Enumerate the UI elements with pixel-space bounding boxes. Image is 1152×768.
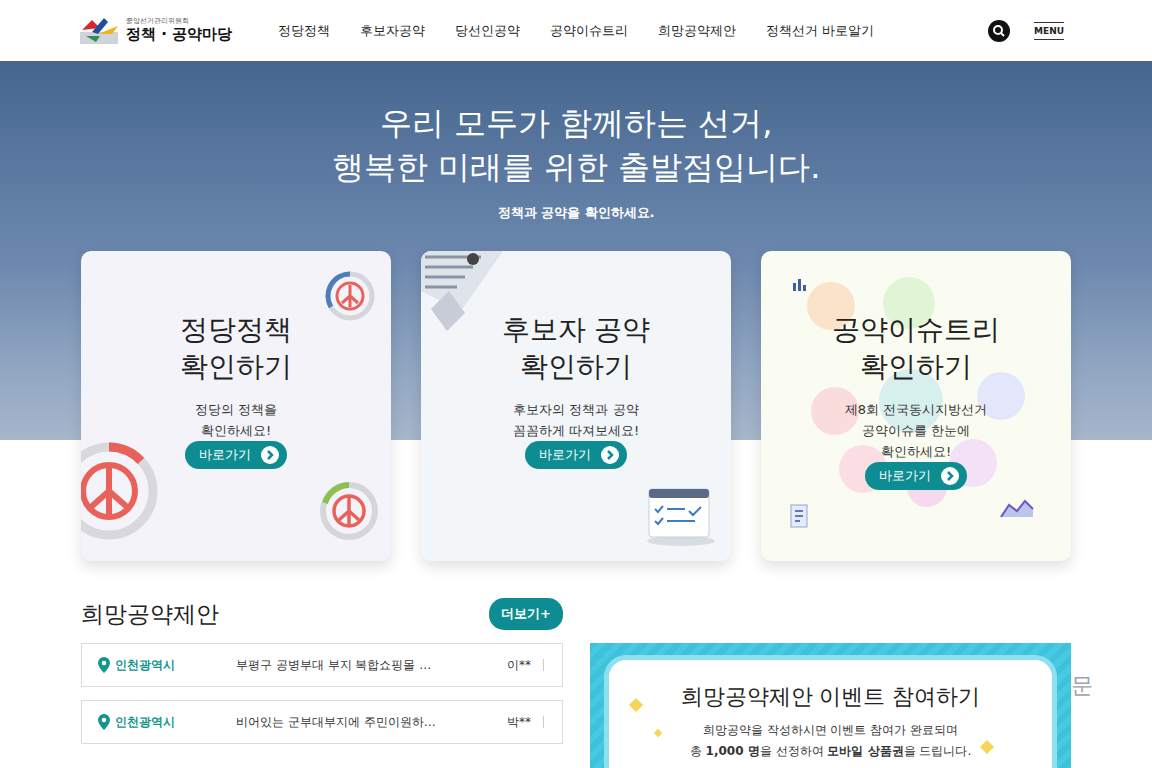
event-text-part: 총 <box>690 744 706 758</box>
card-title: 공약이슈트리확인하기 <box>832 311 1000 385</box>
card-body: 정당정책확인하기정당의 정책을확인하세요! 바로가기 <box>81 251 391 469</box>
line-chart-icon <box>999 497 1035 519</box>
sparkle-icon <box>654 729 662 737</box>
go-button-label: 바로가기 <box>879 467 931 485</box>
proposal-text: 부평구 공병부대 부지 복합쇼핑몰 … <box>236 657 507 674</box>
proposal-text: 비어있는 군부대부지에 주민이원하… <box>236 714 507 731</box>
proposal-header: 희망공약제안 더보기+ <box>81 599 563 629</box>
proposal-region: 인천광역시 <box>98 657 236 674</box>
site-title: 정책 · 공약마당 <box>126 26 232 43</box>
nav-item[interactable]: 희망공약제안 <box>658 22 736 40</box>
event-text-part: 을 선정하여 <box>760 744 828 758</box>
hero-headline: 우리 모두가 함께하는 선거,행복한 미래를 위한 출발점입니다. <box>0 101 1152 189</box>
row-divider <box>543 716 544 728</box>
card-title-line: 정당정책 <box>180 311 292 348</box>
org-name: 중앙선거관리위원회 <box>126 18 232 26</box>
document-icon <box>421 251 507 341</box>
go-button[interactable]: 바로가기 <box>185 441 287 469</box>
nav-item[interactable]: 당선인공약 <box>455 22 520 40</box>
pin-icon <box>98 657 110 673</box>
card-description-line: 공약이슈를 한눈에 <box>845 420 987 441</box>
logo-text: 중앙선거관리위원회정책 · 공약마당 <box>126 18 232 42</box>
card-description-line: 확인하세요! <box>195 420 277 441</box>
card-title-line: 후보자 공약 <box>502 311 651 348</box>
logo-bird-icon <box>78 16 122 46</box>
sparkle-icon <box>629 698 643 712</box>
card-description-line: 후보자의 정책과 공약 <box>513 399 639 420</box>
header-tools: MENU <box>988 20 1064 42</box>
pin-icon <box>98 714 110 730</box>
go-button-label: 바로가기 <box>539 446 591 464</box>
card-description: 제8회 전국동시지방선거공약이슈를 한눈에확인하세요! <box>845 399 987 462</box>
event-text-part: 1,000 명 <box>706 744 760 758</box>
header: 중앙선거관리위원회정책 · 공약마당 정당정책 후보자공약 당선인공약 공약이슈트리 희망… <box>0 0 1152 61</box>
card-body: 공약이슈트리확인하기제8회 전국동시지방선거공약이슈를 한눈에확인하세요! 바로가… <box>761 251 1071 490</box>
logo[interactable]: 중앙선거관리위원회정책 · 공약마당 <box>78 16 232 46</box>
nav-item[interactable]: 정당정책 <box>278 22 330 40</box>
proposal-author: 박** <box>507 714 543 731</box>
row-divider <box>543 659 544 671</box>
bar-chart-icon <box>791 275 809 293</box>
event-banner[interactable]: 희망공약제안 이벤트 참여하기희망공약을 작성하시면 이벤트 참여가 완료되며총… <box>590 643 1071 768</box>
proposal-title: 희망공약제안 <box>81 599 219 630</box>
hero-subtitle: 정책과 공약을 확인하세요. <box>0 203 1152 223</box>
region-name: 인천광역시 <box>115 714 175 731</box>
stamp-icon <box>81 441 161 541</box>
proposal-author: 이** <box>507 657 543 674</box>
watermark: 문 <box>1071 671 1093 701</box>
event-text-part: 모바일 상품권 <box>827 744 903 758</box>
go-button[interactable]: 바로가기 <box>865 462 967 490</box>
feature-card[interactable]: 정당정책확인하기정당의 정책을확인하세요! 바로가기 <box>81 251 391 561</box>
headline-line: 행복한 미래를 위한 출발점입니다. <box>0 145 1152 189</box>
card-list: 정당정책확인하기정당의 정책을확인하세요!바로가기후보자 공약확인하기후보자의 … <box>81 251 1071 561</box>
page: 중앙선거관리위원회정책 · 공약마당정당정책후보자공약당선인공약공약이슈트리희망… <box>0 0 1152 768</box>
report-icon <box>789 503 811 529</box>
menu-button[interactable]: MENU <box>1034 22 1064 40</box>
search-icon <box>988 20 1010 42</box>
feature-card[interactable]: 후보자 공약확인하기후보자의 정책과 공약꼼꼼하게 따져보세요! 바로가기 <box>421 251 731 561</box>
hero: 우리 모두가 함께하는 선거,행복한 미래를 위한 출발점입니다. 정책과 공약을… <box>0 61 1152 561</box>
go-button[interactable]: 바로가기 <box>525 441 627 469</box>
card-title-line: 확인하기 <box>832 348 1000 385</box>
event-title: 희망공약제안 이벤트 참여하기 <box>609 682 1052 712</box>
proposal-list: 인천광역시부평구 공병부대 부지 복합쇼핑몰 …이**인천광역시비어있는 군부대… <box>81 643 563 744</box>
card-description-line: 제8회 전국동시지방선거 <box>845 399 987 420</box>
proposal-region: 인천광역시 <box>98 714 236 731</box>
proposal-row[interactable]: 인천광역시 비어있는 군부대부지에 주민이원하…박** <box>81 700 563 744</box>
stamp-icon <box>319 481 379 541</box>
card-body: 후보자 공약확인하기후보자의 정책과 공약꼼꼼하게 따져보세요! 바로가기 <box>421 251 731 469</box>
nav-item[interactable]: 공약이슈트리 <box>550 22 628 40</box>
proposal-row[interactable]: 인천광역시 부평구 공병부대 부지 복합쇼핑몰 …이** <box>81 643 563 687</box>
arrow-icon <box>941 467 959 485</box>
card-title-line: 확인하기 <box>180 348 292 385</box>
more-button[interactable]: 더보기+ <box>489 598 563 630</box>
feature-card[interactable]: 공약이슈트리확인하기제8회 전국동시지방선거공약이슈를 한눈에확인하세요! 바로가… <box>761 251 1071 561</box>
region-name: 인천광역시 <box>115 657 175 674</box>
card-title: 정당정책확인하기 <box>180 311 292 385</box>
search-button[interactable] <box>988 20 1010 42</box>
card-description-line: 확인하세요! <box>845 441 987 462</box>
event-text-part: 을 드립니다. <box>904 744 972 758</box>
card-title-line: 확인하기 <box>502 348 651 385</box>
card-description-line: 꼼꼼하게 따져보세요! <box>513 420 639 441</box>
event-box: 희망공약제안 이벤트 참여하기희망공약을 작성하시면 이벤트 참여가 완료되며총… <box>604 655 1057 768</box>
checklist-icon <box>645 487 717 547</box>
stamp-icon <box>325 271 375 321</box>
arrow-icon <box>261 446 279 464</box>
card-description-line: 정당의 정책을 <box>195 399 277 420</box>
nav-item[interactable]: 후보자공약 <box>360 22 425 40</box>
arrow-icon <box>601 446 619 464</box>
nav-item[interactable]: 정책선거 바로알기 <box>766 22 874 40</box>
go-button-label: 바로가기 <box>199 446 251 464</box>
headline-line: 우리 모두가 함께하는 선거, <box>0 101 1152 145</box>
event-line: 희망공약을 작성하시면 이벤트 참여가 완료되며 <box>609 722 1052 739</box>
main-nav: 정당정책 후보자공약 당선인공약 공약이슈트리 희망공약제안 정책선거 바로알기 <box>278 22 874 40</box>
sparkle-icon <box>980 740 994 754</box>
card-title: 후보자 공약확인하기 <box>502 311 651 385</box>
lower-section: 희망공약제안더보기+인천광역시부평구 공병부대 부지 복합쇼핑몰 …이**인천광… <box>81 599 1071 768</box>
proposal-panel: 희망공약제안더보기+인천광역시부평구 공병부대 부지 복합쇼핑몰 …이**인천광… <box>81 599 563 768</box>
card-title-line: 공약이슈트리 <box>832 311 1000 348</box>
